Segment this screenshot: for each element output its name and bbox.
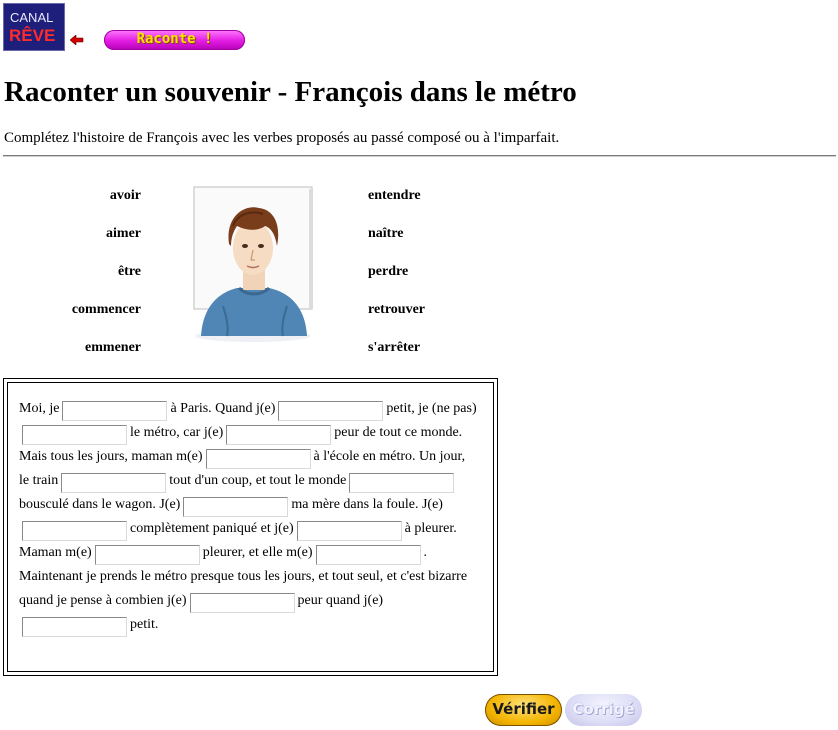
verifier-button[interactable]: Vérifier <box>485 694 562 726</box>
blank-11[interactable] <box>94 545 200 565</box>
story-segment: le métro, car j(e) <box>130 425 224 440</box>
story-segment: petit. <box>130 617 159 632</box>
verb-left-1: avoir <box>109 188 141 203</box>
verb-right-5: s'arrêter <box>368 340 421 355</box>
story-segment: tout d'un coup, et tout le monde <box>169 473 347 488</box>
verb-right-3: perdre <box>368 264 409 279</box>
canal-reve-logo[interactable]: CANAL RÊVE <box>3 3 65 51</box>
blank-4[interactable] <box>226 425 332 445</box>
verb-left-4: commencer <box>71 302 141 317</box>
verb-right-4: retrouver <box>368 302 426 317</box>
verb-left-5: emmener <box>85 340 141 355</box>
blank-3[interactable] <box>22 425 127 445</box>
blank-13[interactable] <box>189 593 295 613</box>
story-segment: bousculé dans le wagon. J(e) <box>19 497 181 512</box>
verb-left-2: aimer <box>106 226 141 241</box>
story-segment: complètement paniqué et j(e) <box>130 521 294 536</box>
blank-1[interactable] <box>62 401 168 421</box>
corrige-button[interactable]: Corrigé <box>565 694 642 726</box>
blank-12[interactable] <box>315 545 421 565</box>
blank-5[interactable] <box>205 449 311 469</box>
logo-line2: RÊVE <box>9 26 56 45</box>
instructions: Complétez l'histoire de François avec le… <box>4 130 560 146</box>
verb-left-3: être <box>117 264 141 279</box>
divider <box>3 155 836 157</box>
story-segment: pleurer, et elle m(e) <box>202 545 313 560</box>
back-arrow-icon[interactable] <box>70 35 84 45</box>
verifier-button-label: Vérifier <box>492 700 555 718</box>
story-segment: peur quand j(e) <box>297 593 384 608</box>
raconte-button-label: Raconte ! <box>136 31 213 47</box>
logo-line1: CANAL <box>10 10 54 25</box>
blank-6[interactable] <box>61 473 167 493</box>
story-segment: petit, je (ne pas) <box>386 401 477 416</box>
blank-2[interactable] <box>278 401 384 421</box>
raconte-button[interactable]: Raconte ! <box>104 30 245 50</box>
blank-8[interactable] <box>183 497 289 517</box>
story-segment: ma mère dans la foule. J(e) <box>291 497 443 512</box>
verb-right-1: entendre <box>368 188 421 203</box>
corrige-button-label: Corrigé <box>572 700 635 718</box>
blank-14[interactable] <box>22 617 127 637</box>
story-segment: Moi, je <box>19 401 60 416</box>
blank-7[interactable] <box>349 473 455 493</box>
verb-right-2: naître <box>368 226 404 241</box>
blank-9[interactable] <box>22 521 127 541</box>
page-title: Raconter un souvenir - François dans le … <box>4 76 577 108</box>
exercise-text: Moi, je à Paris. Quand j(e) petit, je (ne … <box>19 397 477 637</box>
blank-10[interactable] <box>296 521 402 541</box>
exercise-box: Moi, je à Paris. Quand j(e) petit, je (ne … <box>3 378 498 676</box>
story-segment: à Paris. Quand j(e) <box>170 401 276 416</box>
francois-portrait <box>193 186 313 342</box>
